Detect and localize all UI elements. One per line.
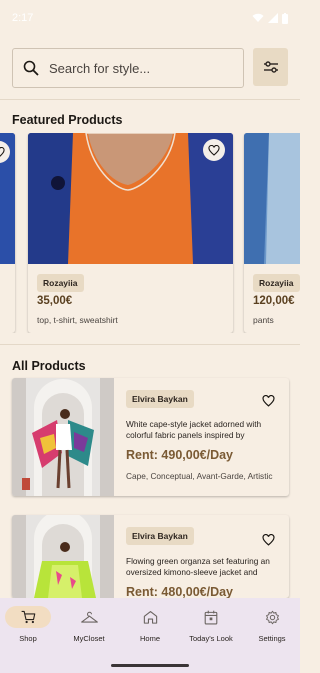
filter-button[interactable] (253, 48, 288, 86)
product-description: White cape-style jacket adorned with col… (126, 419, 262, 440)
featured-card[interactable]: Rozayiia 35,00€ top, t-shirt, sweatshirt (28, 133, 233, 333)
product-price: 120,00€ (253, 295, 295, 307)
home-icon (143, 611, 157, 624)
product-price: 35,00€ (37, 295, 73, 307)
nav-indicator (127, 606, 173, 628)
product-card[interactable]: Elvira Baykan Flowing green organza set … (12, 515, 289, 598)
product-tags: top, t-shirt, sweatshirt (37, 315, 118, 325)
divider (0, 344, 300, 345)
featured-carousel[interactable]: Rozayiia 35,00€ top, t-shirt, sweatshirt… (0, 133, 300, 333)
product-description: Flowing green organza set featuring an o… (126, 556, 270, 577)
wifi-icon (252, 13, 264, 22)
signal-icon (268, 13, 278, 23)
all-products-title: All Products (12, 359, 86, 373)
rent-price: Rent: 490,00€/Day (126, 448, 234, 462)
brand-chip: Rozayiia (37, 274, 84, 292)
sliders-icon (263, 61, 278, 73)
nav-label: Today's Look (189, 634, 233, 643)
bottom-navigation: Shop MyCloset Home Today's Look Settings (0, 598, 300, 673)
featured-title: Featured Products (12, 113, 123, 127)
favorite-button[interactable] (262, 533, 275, 551)
featured-card-partial[interactable] (0, 133, 15, 333)
brand-chip: Rozayiia (253, 274, 300, 292)
status-icons (252, 12, 288, 24)
nav-todays-look[interactable]: Today's Look (181, 606, 241, 656)
nav-settings[interactable]: Settings (242, 606, 302, 656)
nav-home[interactable]: Home (120, 606, 180, 656)
nav-label: Home (139, 634, 160, 643)
heart-icon (0, 146, 5, 157)
cart-icon (21, 610, 35, 624)
calendar-icon (204, 610, 218, 625)
nav-label: Settings (258, 634, 286, 643)
nav-indicator (249, 606, 295, 628)
product-image (244, 133, 300, 264)
brand-chip: Elvira Baykan (126, 527, 194, 545)
nav-mycloset[interactable]: MyCloset (59, 606, 119, 656)
search-icon (23, 60, 39, 76)
hanger-icon (80, 611, 98, 623)
product-image (12, 515, 114, 598)
nav-indicator (5, 606, 51, 628)
search-input[interactable] (49, 60, 233, 76)
nav-shop[interactable]: Shop (0, 606, 58, 656)
status-bar: 2:17 (0, 0, 300, 36)
home-indicator[interactable] (111, 664, 189, 667)
product-image (28, 133, 233, 264)
heart-icon (262, 533, 275, 546)
featured-card[interactable]: Rozayiia 120,00€ pants (244, 133, 300, 333)
rent-price: Rent: 480,00€/Day (126, 585, 234, 598)
nav-label: Shop (19, 634, 37, 643)
nav-indicator (66, 606, 112, 628)
brand-chip: Elvira Baykan (126, 390, 194, 408)
gear-icon (265, 610, 279, 624)
nav-indicator (188, 606, 234, 628)
heart-icon (262, 394, 275, 407)
favorite-button[interactable] (203, 139, 225, 161)
product-card[interactable]: Elvira Baykan White cape-style jacket ad… (12, 378, 289, 496)
search-field[interactable] (12, 48, 244, 88)
search-row (12, 48, 288, 88)
product-tags: Cape, Conceptual, Avant-Garde, Artistic (126, 471, 273, 481)
battery-icon (282, 12, 288, 24)
status-time: 2:17 (12, 12, 34, 24)
nav-label: MyCloset (73, 634, 105, 643)
product-image (12, 378, 114, 496)
favorite-button[interactable] (262, 394, 275, 412)
product-tags: pants (253, 315, 274, 325)
heart-icon (208, 144, 220, 156)
divider (0, 99, 300, 100)
